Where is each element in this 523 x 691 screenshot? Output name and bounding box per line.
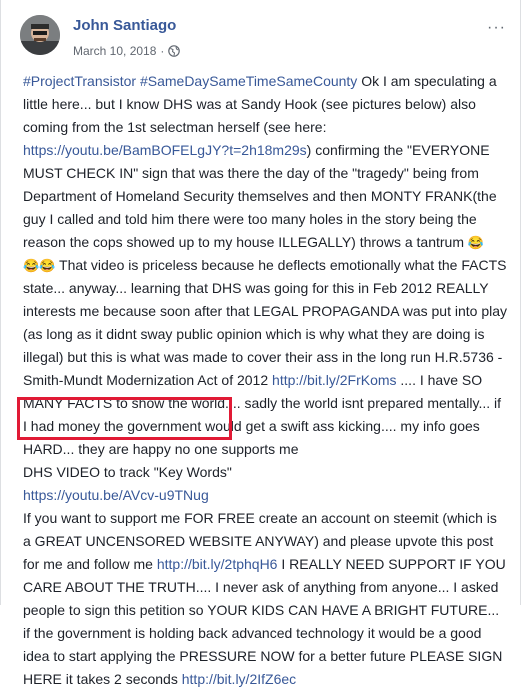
post-paragraph-3: If you want to support me FOR FREE creat… — [23, 507, 508, 691]
highlight-box — [17, 397, 232, 440]
meta-separator: · — [160, 44, 165, 58]
bitly-link-1[interactable]: http://bit.ly/2FrKoms — [272, 372, 396, 388]
globe-icon[interactable] — [168, 45, 181, 57]
text-segment: ) confirming the "EVERYONE MUST CHECK IN… — [23, 142, 497, 250]
bitly-link-2[interactable]: http://bit.ly/2tphqH6 — [157, 556, 278, 572]
post-card: John Santiago March 10, 2018 · ··· #Proj… — [0, 0, 521, 687]
laughing-emoji-icon: 😂 — [467, 235, 485, 250]
laughing-emoji-icon: 😂 — [23, 258, 40, 273]
more-options-icon[interactable]: ··· — [487, 19, 506, 37]
bitly-link-3[interactable]: http://bit.ly/2IfZ6ec — [182, 671, 296, 687]
hashtags-link[interactable]: #ProjectTransistor #SameDaySameTimeSameC… — [23, 73, 357, 89]
dhs-video-label: DHS VIDEO to track "Key Words" — [23, 464, 232, 480]
avatar[interactable] — [20, 15, 60, 55]
post-header: John Santiago March 10, 2018 · ··· — [20, 15, 520, 65]
youtube-link-1[interactable]: https://youtu.be/BamBOFELgJY?t=2h18m29s — [23, 142, 307, 158]
post-body: #ProjectTransistor #SameDaySameTimeSameC… — [23, 70, 508, 691]
post-paragraph-2: DHS VIDEO to track "Key Words" https://yo… — [23, 461, 508, 507]
post-date[interactable]: March 10, 2018 — [73, 44, 156, 58]
laughing-emoji-icon: 😂 — [39, 258, 56, 273]
post-meta: March 10, 2018 · — [73, 44, 181, 58]
text-segment: That video is priceless because he defle… — [23, 257, 508, 388]
avatar-image — [20, 15, 60, 55]
author-name[interactable]: John Santiago — [73, 17, 176, 34]
text-segment: I REALLY NEED SUPPORT IF YOU CARE ABOUT … — [23, 556, 506, 687]
youtube-link-2[interactable]: https://youtu.be/AVcv-u9TNug — [23, 487, 209, 503]
